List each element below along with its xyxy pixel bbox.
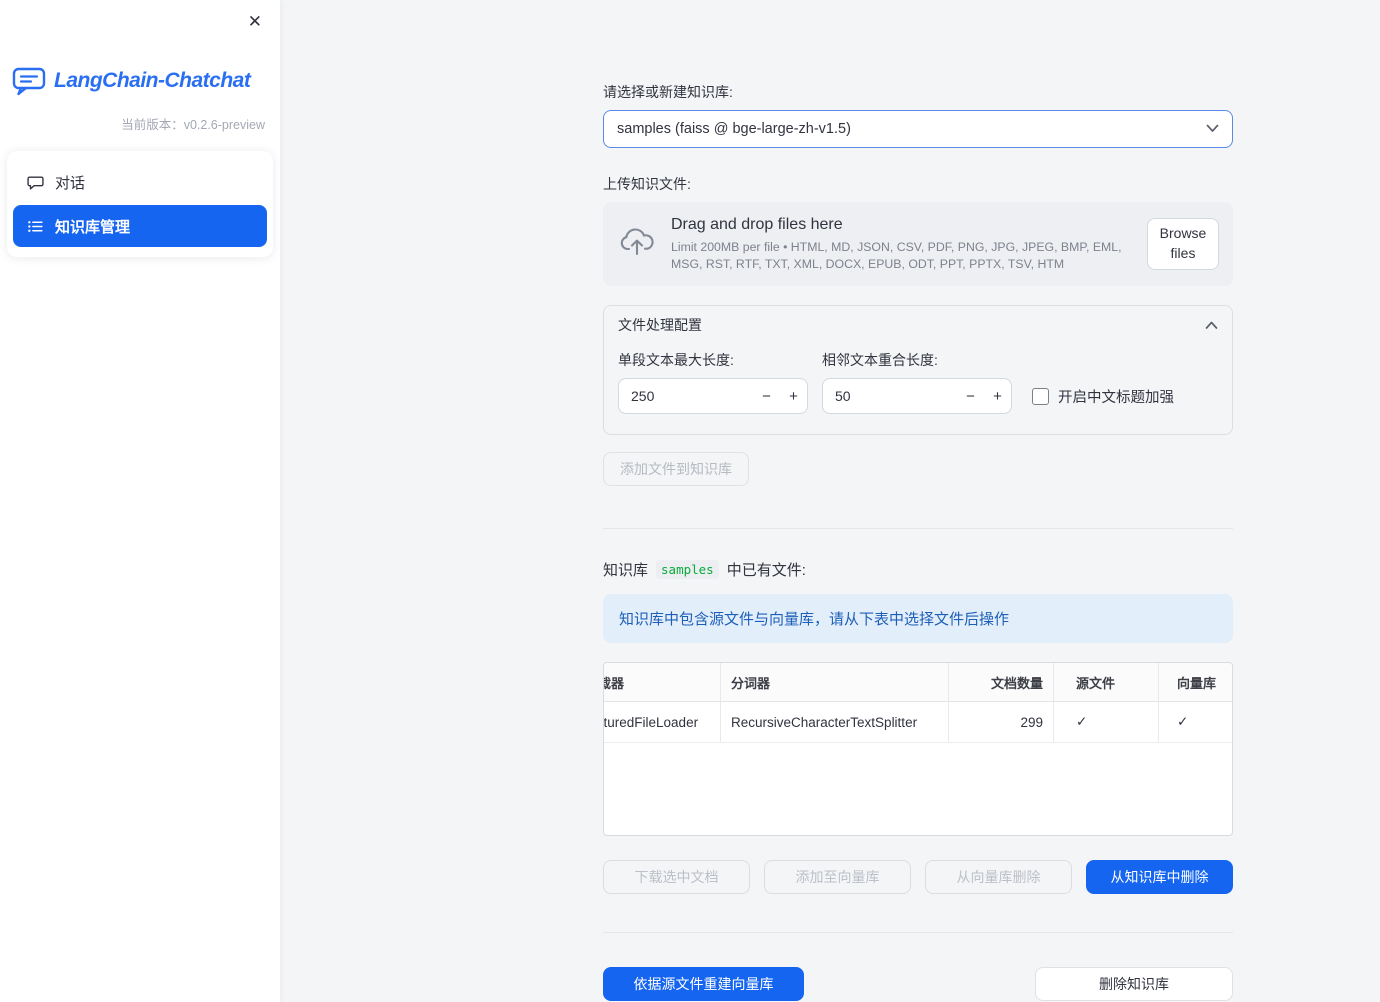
version-text: 当前版本：v0.2.6-preview — [121, 118, 265, 132]
divider — [603, 528, 1233, 529]
column-header-splitter[interactable]: 分词器 — [720, 663, 948, 701]
add-files-to-kb-button[interactable]: 添加文件到知识库 — [603, 452, 749, 486]
overlap-length-label: 相邻文本重合长度: — [822, 352, 938, 368]
table-header-row: 文档加载器 分词器 文档数量 源文件 向量库 — [604, 663, 1232, 702]
existing-files-text: 知识库 samples 中已有文件: — [603, 559, 1233, 580]
app-logo-text: LangChain-Chatchat — [54, 69, 251, 92]
chevron-down-icon — [1206, 121, 1219, 137]
existing-files-prefix: 知识库 — [603, 562, 649, 579]
chinese-title-enhance-checkbox[interactable]: 开启中文标题加强 — [1032, 378, 1174, 414]
browse-files-button[interactable]: Browse files — [1147, 218, 1219, 270]
rebuild-vector-store-button[interactable]: 依据源文件重建向量库 — [603, 967, 804, 1001]
overlap-length-input: 50 − + — [822, 378, 1012, 414]
checkbox-box[interactable] — [1032, 387, 1049, 405]
overlap-length-value[interactable]: 50 — [823, 388, 957, 404]
kb-name-code: samples — [656, 560, 719, 579]
knowledge-base-select-value: samples (faiss @ bge-large-zh-v1.5) — [617, 121, 851, 137]
download-selected-button[interactable]: 下载选中文档 — [603, 860, 750, 894]
max-length-decrement-button[interactable]: − — [753, 388, 780, 405]
cell-vector-store-check: ✓ — [1158, 702, 1232, 742]
cell-doc-count: 299 — [948, 702, 1053, 742]
chevron-up-icon — [1205, 317, 1218, 333]
existing-files-suffix: 中已有文件: — [726, 562, 806, 579]
checkbox-label: 开启中文标题加强 — [1058, 389, 1174, 406]
max-length-value[interactable]: 250 — [619, 388, 753, 404]
sidebar-item-label: 对话 — [55, 174, 86, 192]
app-logo: LangChain-Chatchat — [12, 66, 280, 96]
file-config-expander-header[interactable]: 文件处理配置 — [604, 306, 1232, 344]
max-length-label: 单段文本最大长度: — [618, 352, 734, 368]
column-header-vector-store[interactable]: 向量库 — [1158, 663, 1232, 701]
info-alert-text: 知识库中包含源文件与向量库，请从下表中选择文件后操作 — [619, 611, 1010, 628]
add-to-vector-store-button[interactable]: 添加至向量库 — [764, 860, 911, 894]
delete-knowledge-base-button[interactable]: 删除知识库 — [1035, 967, 1233, 1001]
upload-limit-text: Limit 200MB per file • HTML, MD, JSON, C… — [671, 240, 1122, 271]
info-alert: 知识库中包含源文件与向量库，请从下表中选择文件后操作 — [603, 594, 1233, 643]
cell-loader: UnstructuredFileLoader — [604, 714, 699, 730]
column-header-doc-count[interactable]: 文档数量 — [948, 663, 1053, 701]
table-row[interactable]: UnstructuredFileLoader RecursiveCharacte… — [604, 702, 1232, 743]
sidebar-menu: 对话 知识库管理 — [7, 151, 273, 257]
overlap-decrement-button[interactable]: − — [957, 388, 984, 405]
max-length-input: 250 − + — [618, 378, 808, 414]
divider — [603, 932, 1233, 933]
sidebar: ✕ LangChain-Chatchat 当前版本：v0.2.6-preview… — [0, 0, 280, 1002]
drag-drop-text: Drag and drop files here — [671, 216, 843, 234]
close-icon[interactable]: ✕ — [242, 6, 268, 38]
overlap-increment-button[interactable]: + — [984, 388, 1011, 405]
cell-source-file-check: ✓ — [1053, 702, 1158, 742]
sidebar-item-label: 知识库管理 — [55, 218, 131, 236]
file-config-expander: 文件处理配置 单段文本最大长度: 250 − + 相邻文本重合长度: 50 − … — [603, 305, 1233, 435]
column-header-loader[interactable]: 文档加载器 — [604, 663, 720, 701]
cell-splitter: RecursiveCharacterTextSplitter — [720, 702, 948, 742]
sidebar-item-dialogue[interactable]: 对话 — [13, 161, 267, 203]
list-icon — [27, 218, 44, 235]
cloud-upload-icon — [619, 227, 655, 261]
delete-from-vector-store-button[interactable]: 从向量库删除 — [925, 860, 1072, 894]
uploader-texts: Drag and drop files here Limit 200MB per… — [671, 216, 1149, 271]
expander-title: 文件处理配置 — [618, 317, 702, 333]
column-header-source-file[interactable]: 源文件 — [1053, 663, 1158, 701]
main-area: 请选择或新建知识库: samples (faiss @ bge-large-zh… — [280, 0, 1380, 1002]
file-uploader-dropzone[interactable]: Drag and drop files here Limit 200MB per… — [603, 202, 1233, 286]
max-length-increment-button[interactable]: + — [780, 388, 807, 405]
upload-label: 上传知识文件: — [603, 176, 691, 192]
chat-icon — [27, 174, 44, 191]
delete-from-kb-button[interactable]: 从知识库中删除 — [1086, 860, 1233, 894]
knowledge-base-select[interactable]: samples (faiss @ bge-large-zh-v1.5) — [603, 110, 1233, 148]
logo-chat-bubble-icon — [12, 66, 46, 96]
kb-select-label: 请选择或新建知识库: — [603, 84, 733, 100]
files-table: 文档加载器 分词器 文档数量 源文件 向量库 UnstructuredFileL… — [603, 662, 1233, 836]
sidebar-item-knowledge-base[interactable]: 知识库管理 — [13, 205, 267, 247]
